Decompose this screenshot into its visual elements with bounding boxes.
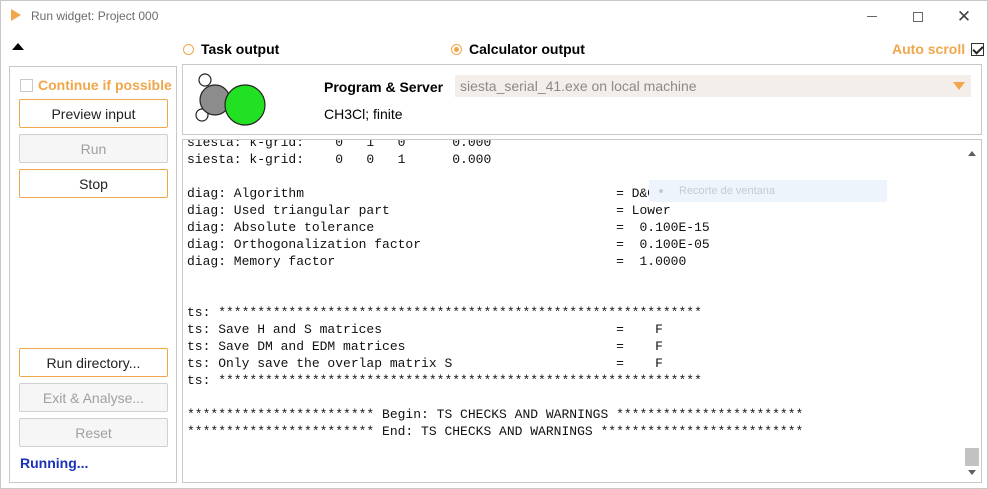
- overlay-dot-icon: [659, 189, 663, 193]
- output-line: siesta: k-grid: 0 1 0 0.000: [187, 139, 492, 150]
- program-server-value: siesta_serial_41.exe on local machine: [460, 78, 697, 94]
- run-status: Running...: [20, 455, 89, 471]
- close-button[interactable]: ✕: [941, 1, 987, 32]
- output-line: ts: Save H and S matrices = F: [187, 322, 663, 337]
- stop-button[interactable]: Stop: [19, 169, 168, 198]
- tab-task-output[interactable]: Task output: [183, 41, 279, 57]
- scroll-down-icon[interactable]: [968, 470, 976, 475]
- reset-button[interactable]: Reset: [19, 418, 168, 447]
- maximize-icon: [913, 11, 923, 22]
- task-output-radio[interactable]: [183, 43, 194, 55]
- output-line: ts: Save DM and EDM matrices = F: [187, 339, 663, 354]
- auto-scroll-checkbox[interactable]: [971, 42, 985, 56]
- output-line: ts: Only save the overlap matrix S = F: [187, 356, 663, 371]
- preview-input-button[interactable]: Preview input: [19, 99, 168, 128]
- continue-checkbox[interactable]: [20, 78, 33, 92]
- output-line: ************************ Begin: TS CHECK…: [187, 407, 804, 422]
- tab-task-output-label: Task output: [201, 41, 280, 57]
- calculator-output-radio[interactable]: [451, 43, 462, 55]
- snip-overlay: Recorte de ventana: [649, 180, 887, 202]
- molecule-icon: [195, 73, 266, 126]
- tab-calculator-output[interactable]: Calculator output: [451, 41, 585, 57]
- auto-scroll-toggle[interactable]: Auto scroll: [892, 41, 985, 57]
- app-play-icon: [11, 9, 21, 21]
- output-line: diag: Orthogonalization factor = 0.100E-…: [187, 237, 710, 252]
- calculator-header: Program & Server siesta_serial_41.exe on…: [182, 64, 982, 135]
- vertical-scrollbar[interactable]: [964, 140, 981, 482]
- output-line: ts: ************************************…: [187, 305, 702, 320]
- output-line: diag: Absolute tolerance = 0.100E-15: [187, 220, 710, 235]
- program-server-label: Program & Server: [324, 79, 444, 95]
- output-line: diag: Used triangular part = Lower: [187, 203, 671, 218]
- close-icon: ✕: [956, 7, 972, 26]
- minimize-button[interactable]: [849, 1, 895, 32]
- run-controls-panel: Continue if possible Preview input Run S…: [9, 66, 177, 483]
- continue-checkbox-label: Continue if possible: [38, 77, 172, 93]
- maximize-button[interactable]: [895, 1, 941, 32]
- system-description: CH3Cl; finite: [324, 106, 403, 122]
- output-line: diag: Memory factor = 1.0000: [187, 254, 687, 269]
- exit-analyse-button[interactable]: Exit & Analyse...: [19, 383, 168, 412]
- output-line: ************************ End: TS CHECKS …: [187, 424, 804, 439]
- auto-scroll-label: Auto scroll: [892, 41, 966, 57]
- run-widget-window: Run widget: Project 000 ✕ Continue if po…: [0, 0, 988, 489]
- run-directory-button[interactable]: Run directory...: [19, 348, 168, 377]
- run-button[interactable]: Run: [19, 134, 168, 163]
- continue-if-possible-toggle[interactable]: Continue if possible: [20, 77, 172, 93]
- tab-calculator-output-label: Calculator output: [469, 41, 585, 57]
- chevron-down-icon: [953, 82, 965, 90]
- output-line: siesta: k-grid: 0 0 1 0.000: [187, 152, 492, 167]
- window-title: Run widget: Project 000: [31, 9, 159, 23]
- overlay-text: Recorte de ventana: [679, 185, 776, 197]
- scroll-up-icon[interactable]: [968, 151, 976, 156]
- minimize-icon: [867, 16, 877, 17]
- title-bar: Run widget: Project 000 ✕: [1, 1, 987, 32]
- output-line: ts: ************************************…: [187, 373, 702, 388]
- scrollbar-thumb[interactable]: [965, 448, 979, 466]
- collapse-panel-icon[interactable]: [12, 43, 24, 50]
- program-server-select[interactable]: siesta_serial_41.exe on local machine: [455, 75, 971, 97]
